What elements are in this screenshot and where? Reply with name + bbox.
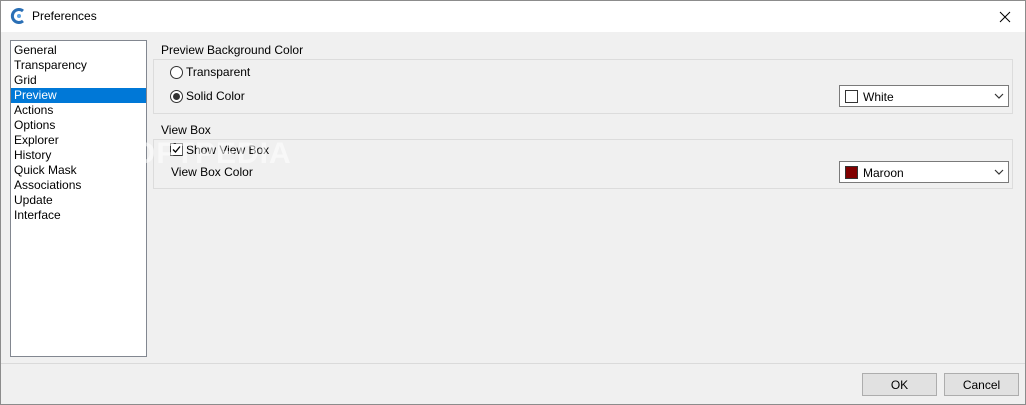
nav-item-options[interactable]: Options	[11, 118, 146, 133]
chevron-down-icon	[994, 169, 1004, 175]
nav-item-general[interactable]: General	[11, 43, 146, 58]
window-title: Preferences	[32, 9, 97, 23]
preview-color-select[interactable]: White	[839, 85, 1009, 107]
nav-item-explorer[interactable]: Explorer	[11, 133, 146, 148]
title-bar: Preferences	[1, 1, 1025, 32]
nav-item-grid[interactable]: Grid	[11, 73, 146, 88]
close-button[interactable]	[985, 1, 1025, 32]
ok-button[interactable]: OK	[862, 373, 937, 396]
preview-color-value: White	[863, 90, 894, 104]
solid-color-radio-label[interactable]: Solid Color	[186, 89, 245, 103]
transparent-radio-label[interactable]: Transparent	[186, 65, 250, 79]
transparent-radio[interactable]	[170, 66, 183, 79]
view-box-color-select[interactable]: Maroon	[839, 161, 1009, 183]
view-box-color-label: View Box Color	[171, 165, 253, 179]
color-swatch	[845, 90, 858, 103]
footer-divider	[1, 363, 1025, 364]
show-view-box-label[interactable]: Show View Box	[186, 143, 269, 157]
nav-item-associations[interactable]: Associations	[11, 178, 146, 193]
app-icon	[10, 8, 26, 24]
preferences-window: Preferences General Transparency Grid Pr…	[0, 0, 1026, 405]
nav-item-actions[interactable]: Actions	[11, 103, 146, 118]
preview-bg-group-title: Preview Background Color	[161, 43, 304, 57]
solid-color-radio[interactable]	[170, 90, 183, 103]
checkmark-icon	[172, 146, 181, 153]
nav-item-transparency[interactable]: Transparency	[11, 58, 146, 73]
color-swatch	[845, 166, 858, 179]
chevron-down-icon	[994, 93, 1004, 99]
nav-item-interface[interactable]: Interface	[11, 208, 146, 223]
view-box-color-value: Maroon	[863, 166, 904, 180]
show-view-box-checkbox[interactable]	[170, 143, 183, 156]
nav-item-preview[interactable]: Preview	[11, 88, 146, 103]
nav-item-quick-mask[interactable]: Quick Mask	[11, 163, 146, 178]
cancel-button[interactable]: Cancel	[944, 373, 1019, 396]
nav-item-history[interactable]: History	[11, 148, 146, 163]
view-box-group: Show View Box View Box Color Maroon	[153, 139, 1013, 189]
category-list[interactable]: General Transparency Grid Preview Action…	[10, 40, 147, 357]
view-box-group-title: View Box	[161, 123, 211, 137]
close-icon	[999, 11, 1011, 22]
preview-bg-group: Transparent Solid Color White	[153, 59, 1013, 114]
nav-item-update[interactable]: Update	[11, 193, 146, 208]
